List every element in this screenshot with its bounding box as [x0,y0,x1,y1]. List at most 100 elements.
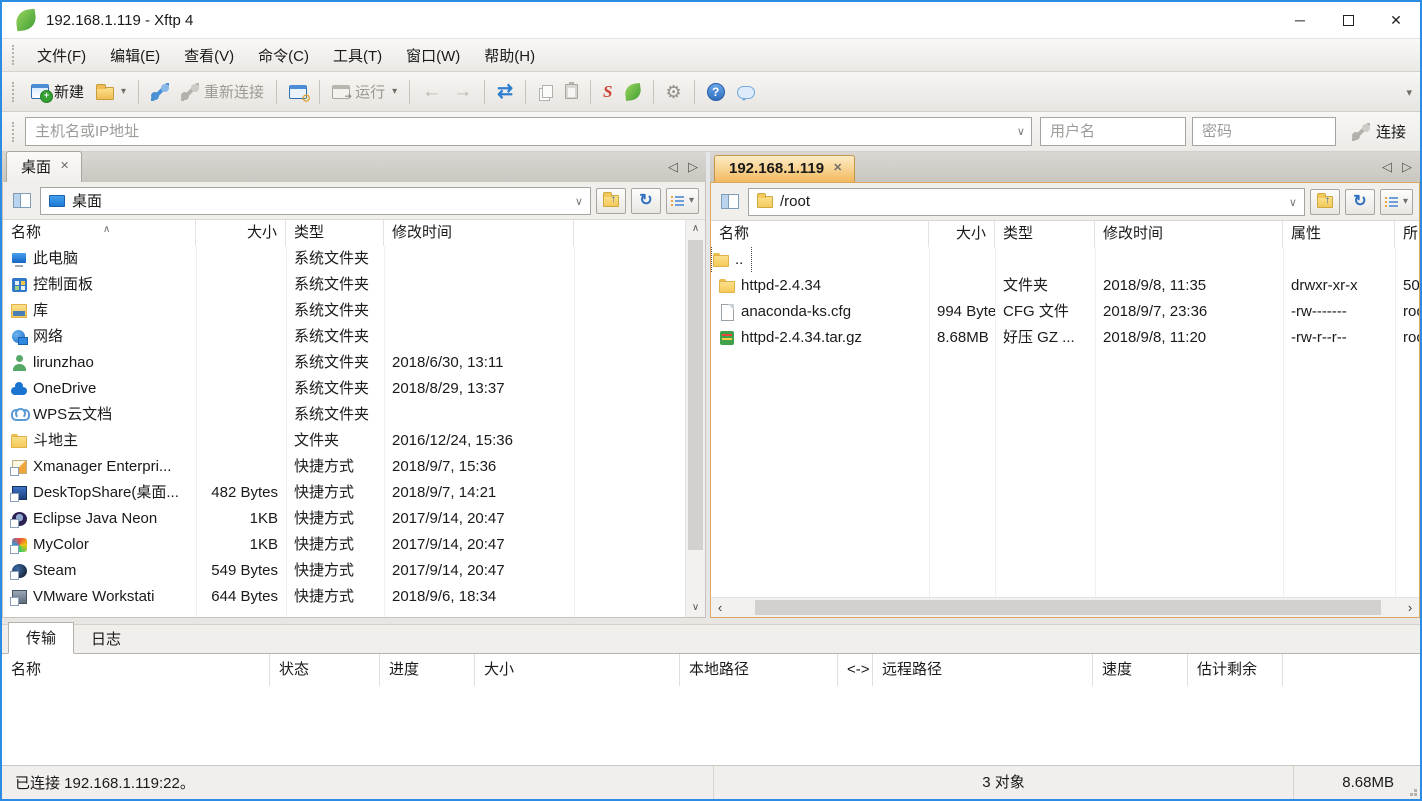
close-button[interactable]: ✕ [1372,2,1420,38]
menu-file[interactable]: 文件(F) [25,40,98,71]
menubar-grip[interactable] [12,45,17,65]
back-button[interactable]: ← [416,79,447,105]
table-row[interactable]: OneDrive 系统文件夹 2018/8/29, 13:37 [3,376,705,402]
tab-local-desktop[interactable]: 桌面 ✕ [6,151,83,182]
host-dropdown-icon[interactable]: ∨ [1017,125,1025,138]
column-header-name[interactable]: 名称 ∧ [711,221,929,247]
column-header-modified[interactable]: 修改时间 [1095,221,1283,247]
host-input[interactable] [25,117,1032,146]
remote-refresh-button[interactable]: ↻ [1344,188,1375,215]
local-path-combo[interactable]: 桌面 ∨ [40,186,591,215]
transfer-button[interactable]: ⇄ [491,79,519,105]
column-header-local-path[interactable]: 本地路径 [680,654,838,686]
menu-command[interactable]: 命令(C) [246,40,321,71]
remote-sidebar-toggle-button[interactable] [717,189,743,215]
password-input[interactable] [1191,117,1336,146]
local-vertical-scrollbar[interactable]: ∧ ∨ [685,220,705,617]
column-header-size[interactable]: 大小 [475,654,680,686]
table-row[interactable]: 控制面板 系统文件夹 [3,272,705,298]
local-up-directory-button[interactable] [595,187,626,214]
tab-log[interactable]: 日志 [74,624,138,654]
column-header-direction[interactable]: <-> [838,654,873,686]
open-session-button[interactable]: ▾ [90,80,132,104]
toolbar-overflow-icon[interactable]: ▾ [1406,86,1412,99]
connect-button[interactable] [145,79,175,105]
table-row[interactable]: DeskTopShare(桌面... 482 Bytes 快捷方式 2018/9/7… [3,480,705,506]
table-row[interactable]: httpd-2.4.34.tar.gz 8.68MB 好压 GZ ... 2018/… [711,325,1419,351]
scroll-right-icon[interactable]: › [1401,598,1419,617]
remote-tab-close-icon[interactable]: ✕ [833,163,842,174]
table-row[interactable]: Xmanager Enterpri... 快捷方式 2018/9/7, 15:36 [3,454,705,480]
remote-path-combo[interactable]: /root ∨ [748,187,1305,216]
reconnect-button[interactable]: 重新连接 [175,77,270,106]
remote-horizontal-scrollbar[interactable]: ‹ › [711,597,1419,617]
quick-connect-button[interactable]: 连接 [1346,117,1412,146]
menu-edit[interactable]: 编辑(E) [98,40,172,71]
column-header-remote-path[interactable]: 远程路径 [873,654,1093,686]
copy-button[interactable] [532,81,559,102]
local-tab-scroll-left-icon[interactable]: ◁ [668,159,678,175]
table-row[interactable]: 此电脑 系统文件夹 [3,246,705,272]
paste-button[interactable] [559,80,584,103]
run-button[interactable]: 运行 ▾ [326,77,403,106]
remote-path-dropdown-icon[interactable]: ∨ [1289,196,1297,209]
table-row[interactable]: WPS云文档 系统文件夹 [3,402,705,428]
remote-tab-scroll-left-icon[interactable]: ◁ [1382,159,1392,175]
column-header-progress[interactable]: 进度 [380,654,475,686]
local-sidebar-toggle-button[interactable] [9,188,35,214]
table-row[interactable]: 网络 系统文件夹 [3,324,705,350]
table-row[interactable]: VMware Workstati 644 Bytes 快捷方式 2018/9/6, … [3,584,705,610]
xftp-button[interactable] [619,80,647,104]
tab-transfer[interactable]: 传输 [8,622,75,654]
scrollbar-thumb[interactable] [688,240,703,550]
local-tab-close-icon[interactable]: ✕ [60,161,69,172]
remote-tab-scroll-right-icon[interactable]: ▷ [1402,159,1412,175]
local-refresh-button[interactable]: ↻ [630,187,661,214]
forward-button[interactable]: → [447,79,478,105]
column-header-attributes[interactable]: 属性 [1283,221,1395,247]
menu-window[interactable]: 窗口(W) [394,40,472,71]
menu-tools[interactable]: 工具(T) [321,40,394,71]
column-header-speed[interactable]: 速度 [1093,654,1188,686]
table-row[interactable]: 库 系统文件夹 [3,298,705,324]
column-header-name[interactable]: 名称 ∧ [3,220,196,246]
help-button[interactable]: ? [701,79,731,105]
local-path-dropdown-icon[interactable]: ∨ [575,195,583,208]
column-header-size[interactable]: 大小 [196,220,286,246]
remote-views-button[interactable]: ▾ [1379,188,1413,215]
scrollbar-thumb[interactable] [755,600,1381,615]
table-row[interactable]: .. [711,247,1419,273]
column-header-modified[interactable]: 修改时间 [384,220,574,246]
scroll-down-icon[interactable]: ∨ [686,599,705,617]
table-row[interactable]: Steam 549 Bytes 快捷方式 2017/9/14, 20:47 [3,558,705,584]
scroll-left-icon[interactable]: ‹ [711,598,729,617]
settings-button[interactable]: ⚙ [660,79,688,105]
addressbar-grip[interactable] [12,121,17,142]
tab-remote-session[interactable]: 192.168.1.119 ✕ [714,155,856,182]
new-session-button[interactable]: 新建 [25,77,90,106]
column-header-status[interactable]: 状态 [270,654,380,686]
table-row[interactable]: MyColor 1KB 快捷方式 2017/9/14, 20:47 [3,532,705,558]
column-header-type[interactable]: 类型 [995,221,1095,247]
menu-help[interactable]: 帮助(H) [472,40,547,71]
local-views-button[interactable]: ▾ [665,187,699,214]
column-header-size[interactable]: 大小 [929,221,995,247]
column-header-name[interactable]: 名称 [2,654,270,686]
horizontal-splitter[interactable] [2,618,1420,625]
table-row[interactable]: 斗地主 文件夹 2016/12/24, 15:36 [3,428,705,454]
table-row[interactable]: httpd-2.4.34 文件夹 2018/9/8, 11:35 drwxr-xr-… [711,273,1419,299]
local-tab-scroll-right-icon[interactable]: ▷ [688,159,698,175]
toolbar-grip[interactable] [12,81,17,102]
table-row[interactable]: lirunzhao 系统文件夹 2018/6/30, 13:11 [3,350,705,376]
resize-grip[interactable] [1414,793,1417,796]
maximize-button[interactable] [1324,2,1372,38]
column-header-type[interactable]: 类型 [286,220,384,246]
column-header-eta[interactable]: 估计剩余 [1188,654,1283,686]
table-row[interactable]: Eclipse Java Neon 1KB 快捷方式 2017/9/14, 20:4… [3,506,705,532]
scroll-up-icon[interactable]: ∧ [686,220,705,238]
remote-up-directory-button[interactable] [1309,188,1340,215]
username-input[interactable] [1039,117,1186,146]
table-row[interactable]: anaconda-ks.cfg 994 BytesCFG 文件2018/9/7,… [711,299,1419,325]
session-properties-button[interactable] [283,81,313,105]
feedback-button[interactable] [731,80,761,103]
